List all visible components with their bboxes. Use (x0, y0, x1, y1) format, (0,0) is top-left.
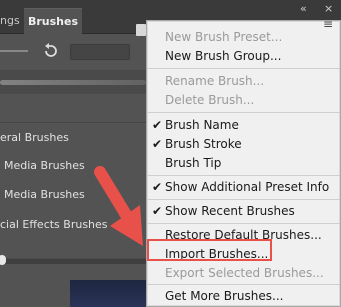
brush-preview-stroke (0, 80, 146, 85)
menu-item-brush-stroke[interactable]: ✔ Brush Stroke (147, 135, 340, 154)
brush-group-label: cial Effects Brushes (0, 218, 108, 231)
brush-group-label: Media Brushes (4, 159, 85, 172)
menu-item-label: Brush Tip (165, 156, 222, 170)
brush-size-slider[interactable] (0, 50, 28, 52)
menu-separator (147, 112, 340, 113)
menu-item-new-brush-preset[interactable]: New Brush Preset... (147, 28, 340, 47)
menu-item-label: Show Recent Brushes (165, 204, 295, 218)
brush-group-label: eral Brushes (0, 131, 69, 144)
menu-item-show-additional-preset-info[interactable]: ✔ Show Additional Preset Info (147, 178, 340, 197)
menu-item-label: New Brush Preset... (165, 30, 283, 44)
menu-item-label: Show Additional Preset Info (165, 180, 330, 194)
tab-settings[interactable]: ngs (0, 8, 24, 34)
menu-item-label: Brush Name (165, 118, 239, 132)
checkmark-icon: ✔ (152, 118, 163, 132)
menu-item-label: Brush Stroke (165, 137, 242, 151)
menu-item-label: Rename Brush... (165, 74, 265, 88)
brush-size-input[interactable] (70, 44, 130, 60)
menu-item-delete-brush[interactable]: Delete Brush... (147, 91, 340, 110)
collapse-icon[interactable]: « (300, 2, 307, 15)
menu-separator (147, 223, 340, 224)
brush-thumbnail (70, 280, 146, 307)
checkmark-icon: ✔ (152, 137, 163, 151)
menu-item-brush-tip[interactable]: Brush Tip (147, 154, 340, 173)
menu-item-export-selected-brushes[interactable]: Export Selected Brushes... (147, 264, 340, 283)
menu-item-label: New Brush Group... (165, 49, 282, 63)
menu-item-get-more-brushes[interactable]: Get More Brushes... (147, 287, 340, 306)
tab-brushes[interactable]: Brushes (24, 8, 82, 34)
brush-preview-strip (0, 70, 146, 94)
thumbnail-size-slider[interactable] (0, 258, 146, 264)
menu-separator (147, 175, 340, 176)
menu-item-new-brush-group[interactable]: New Brush Group... (147, 47, 340, 66)
checkmark-icon: ✔ (152, 204, 163, 218)
brushes-flyout-menu: ≡ New Brush Preset... New Brush Group...… (146, 17, 341, 307)
menu-separator (147, 199, 340, 200)
brush-group-wet-media[interactable]: Media Brushes (0, 180, 146, 210)
menu-item-label: Export Selected Brushes... (165, 266, 324, 280)
menu-item-rename-brush[interactable]: Rename Brush... (147, 72, 340, 91)
brush-group-dry-media[interactable]: Media Brushes (0, 151, 146, 181)
menu-item-label: Delete Brush... (165, 93, 255, 107)
menu-item-brush-name[interactable]: ✔ Brush Name (147, 116, 340, 135)
checkmark-icon: ✔ (152, 180, 163, 194)
brush-group-general[interactable]: eral Brushes (0, 123, 146, 153)
brush-group-label: Media Brushes (4, 188, 85, 201)
menu-separator (147, 284, 340, 285)
thumbnail-size-thumb[interactable] (0, 255, 6, 265)
annotation-highlight-box (147, 239, 272, 261)
menu-item-label: Get More Brushes... (165, 289, 284, 303)
reset-icon[interactable] (42, 42, 60, 60)
close-icon[interactable]: × (324, 2, 333, 15)
edit-brush-icon[interactable] (136, 24, 146, 36)
brush-group-special-effects[interactable]: cial Effects Brushes (0, 210, 146, 240)
menu-separator (147, 68, 340, 69)
menu-item-show-recent-brushes[interactable]: ✔ Show Recent Brushes (147, 202, 340, 221)
